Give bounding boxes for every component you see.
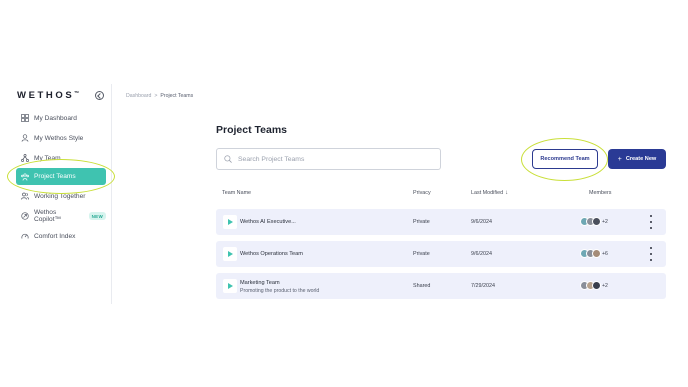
project-teams-icon — [21, 172, 29, 181]
search-input[interactable] — [238, 155, 428, 163]
sidebar-item-comfort-index[interactable]: Comfort Index — [16, 228, 106, 244]
sidebar-item-label: Project Teams — [34, 173, 76, 180]
sidebar-item-wethos-copilot[interactable]: Wethos Copilot™ NEW — [16, 208, 106, 224]
sidebar-item-label: My Dashboard — [34, 114, 77, 122]
copilot-icon — [21, 212, 29, 220]
team-logo-icon — [223, 247, 237, 261]
row-menu-icon[interactable] — [648, 215, 654, 229]
member-avatars[interactable]: +2 — [580, 281, 608, 290]
team-last-modified: 7/29/2024 — [471, 283, 495, 289]
avatar — [592, 217, 601, 226]
team-privacy: Shared — [413, 283, 431, 289]
breadcrumb-separator: > — [154, 93, 158, 99]
search-box[interactable] — [216, 148, 441, 170]
table-row[interactable]: Marketing Team Promoting the product to … — [216, 273, 666, 299]
sidebar-item-working-together[interactable]: Working Together — [16, 188, 106, 204]
row-menu-icon[interactable] — [648, 247, 654, 261]
avatar — [592, 249, 601, 258]
wethos-logo[interactable]: WETHOSTM — [17, 90, 79, 101]
team-name[interactable]: Marketing Team — [240, 280, 280, 286]
team-tree-icon — [21, 154, 29, 162]
collapse-sidebar-icon[interactable] — [95, 91, 104, 100]
sidebar-item-my-wethos-style[interactable]: My Wethos Style — [16, 130, 106, 146]
users-icon — [21, 192, 29, 200]
sort-down-icon[interactable]: ↓ — [505, 190, 508, 196]
sidebar-item-label: My Wethos Style — [34, 134, 84, 142]
team-logo-icon — [223, 279, 237, 293]
members-more-count: +2 — [602, 218, 608, 225]
breadcrumb-root[interactable]: Dashboard — [126, 93, 151, 99]
new-badge: NEW — [88, 212, 106, 220]
sidebar-item-label: Working Together — [34, 192, 86, 200]
column-header-last-modified[interactable]: Last Modified ↓ — [471, 190, 508, 196]
team-description: Promoting the product to the world — [240, 288, 320, 294]
column-header-team-name: Team Name — [222, 190, 252, 196]
member-avatars[interactable]: +6 — [580, 249, 608, 258]
recommend-team-button[interactable]: Recommend Team — [532, 149, 598, 169]
team-last-modified: 9/6/2024 — [471, 251, 492, 257]
breadcrumb: Dashboard > Project Teams — [126, 93, 193, 99]
search-icon — [224, 154, 233, 164]
plus-icon: + — [617, 155, 622, 163]
column-header-privacy: Privacy — [413, 190, 431, 196]
sidebar: WETHOSTM My Dashboard My Wethos Style My… — [0, 84, 112, 304]
page-title: Project Teams — [216, 124, 288, 136]
avatar — [592, 281, 601, 290]
sidebar-item-label: Comfort Index — [34, 232, 76, 240]
team-logo-icon — [223, 215, 237, 229]
members-more-count: +2 — [602, 282, 608, 289]
team-privacy: Private — [413, 219, 430, 225]
create-new-button[interactable]: + Create New — [608, 149, 666, 169]
sidebar-item-my-dashboard[interactable]: My Dashboard — [16, 110, 106, 126]
sidebar-item-my-team[interactable]: My Team — [16, 150, 106, 166]
sidebar-item-label: My Team — [34, 154, 61, 162]
create-new-label: Create New — [625, 156, 657, 162]
sidebar-item-label: Wethos Copilot™ — [34, 209, 62, 223]
team-last-modified: 9/6/2024 — [471, 219, 492, 225]
dashboard-icon — [21, 114, 29, 122]
table-row[interactable]: Wethos AI Executive... Private 9/6/2024 … — [216, 209, 666, 235]
member-avatars[interactable]: +2 — [580, 217, 608, 226]
breadcrumb-current: Project Teams — [160, 93, 194, 99]
team-privacy: Private — [413, 251, 430, 257]
members-more-count: +6 — [602, 250, 608, 257]
team-name[interactable]: Wethos AI Executive... — [240, 219, 296, 225]
sidebar-item-project-teams[interactable]: Project Teams — [16, 168, 106, 185]
team-name[interactable]: Wethos Operations Team — [240, 251, 303, 257]
gauge-icon — [21, 232, 29, 240]
user-icon — [21, 134, 29, 142]
table-row[interactable]: Wethos Operations Team Private 9/6/2024 … — [216, 241, 666, 267]
column-header-members: Members — [589, 190, 612, 196]
